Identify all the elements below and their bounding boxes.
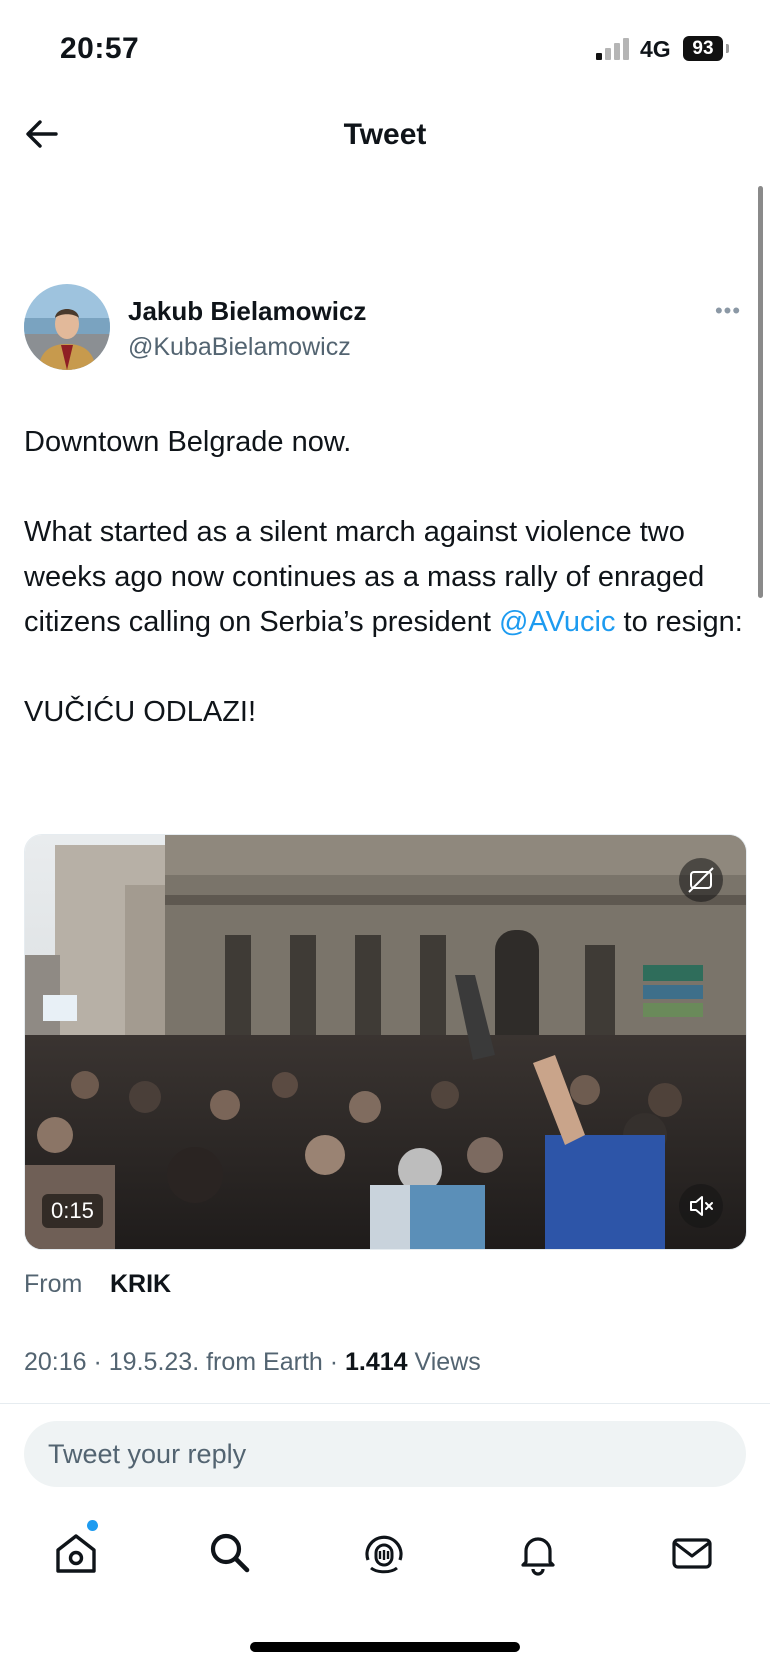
signal-icon bbox=[596, 38, 629, 60]
tweet-closing: VUČIĆU ODLAZI! bbox=[24, 696, 257, 728]
tweet-header: Tweet bbox=[0, 100, 770, 180]
media-source-label: From bbox=[24, 1270, 83, 1298]
home-indicator[interactable] bbox=[250, 1642, 520, 1652]
avatar[interactable] bbox=[24, 284, 110, 370]
mention-link[interactable]: @AVucic bbox=[499, 606, 615, 638]
tweet-text: Downtown Belgrade now. What started as a… bbox=[24, 420, 744, 735]
tweet-body: What started as a silent march against v… bbox=[24, 510, 744, 645]
views-label: Views bbox=[414, 1348, 481, 1376]
reply-input[interactable] bbox=[24, 1421, 746, 1487]
tweet-meta: 20:16 · 19.5.23. from Earth · 1.414 View… bbox=[24, 1348, 481, 1376]
video-thumbnail bbox=[25, 835, 746, 1249]
video-duration: 0:15 bbox=[42, 1194, 103, 1228]
tweet-time: 20:16 bbox=[24, 1348, 87, 1376]
tweet-date: 19.5.23. bbox=[108, 1348, 200, 1376]
captions-icon[interactable] bbox=[679, 858, 723, 902]
battery-indicator: 93 bbox=[683, 36, 723, 61]
status-time: 20:57 bbox=[60, 32, 140, 65]
author-handle[interactable]: @KubaBielamowicz bbox=[128, 333, 351, 362]
tweet-line: Downtown Belgrade now. bbox=[24, 426, 352, 458]
video-player[interactable] bbox=[24, 834, 747, 1250]
author-name[interactable]: Jakub Bielamowicz bbox=[128, 296, 366, 327]
messages-icon[interactable] bbox=[667, 1528, 717, 1578]
tweet-body-end: to resign: bbox=[615, 606, 743, 638]
network-type: 4G bbox=[640, 36, 671, 62]
home-icon[interactable] bbox=[51, 1528, 101, 1578]
scrollbar[interactable] bbox=[758, 186, 763, 598]
search-icon[interactable] bbox=[205, 1528, 255, 1578]
tweet-client: from Earth bbox=[206, 1348, 323, 1376]
spaces-icon[interactable] bbox=[359, 1528, 409, 1578]
divider bbox=[0, 1403, 770, 1404]
page-title: Tweet bbox=[343, 118, 427, 151]
views-count[interactable]: 1.414 bbox=[345, 1348, 408, 1376]
media-source-name[interactable]: KRIK bbox=[110, 1270, 171, 1299]
status-bar: 20:57 4G 93 bbox=[0, 0, 770, 100]
battery-tip bbox=[726, 44, 729, 53]
more-options-icon[interactable]: ••• bbox=[708, 298, 748, 323]
avatar-photo bbox=[24, 284, 110, 370]
notifications-icon[interactable] bbox=[513, 1528, 563, 1578]
mute-icon[interactable] bbox=[679, 1184, 723, 1228]
